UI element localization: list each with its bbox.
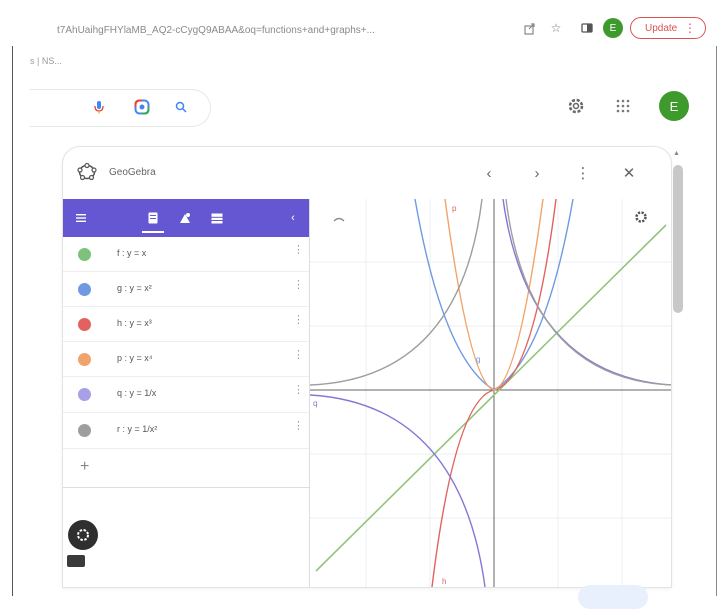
grid-lines <box>310 199 671 587</box>
expression-text[interactable]: g : y = x² <box>117 283 152 293</box>
left-frame-edge <box>0 0 13 596</box>
previous-button[interactable]: ‹ <box>478 162 500 184</box>
apps-grid-icon[interactable] <box>612 95 634 117</box>
visibility-toggle[interactable] <box>78 353 91 366</box>
list-item[interactable]: f : y = x ⋮ <box>63 237 309 272</box>
list-item[interactable]: r : y = 1/x² ⋮ <box>63 413 309 449</box>
update-button[interactable]: Update ⋮ <box>630 17 706 39</box>
main-menu-icon[interactable] <box>73 210 89 226</box>
graph-toolbar <box>333 211 647 223</box>
side-panel-icon[interactable] <box>578 19 596 37</box>
search-icon[interactable] <box>172 98 190 116</box>
expression-text[interactable]: h : y = x³ <box>117 318 152 328</box>
curve-r-right[interactable] <box>505 199 672 386</box>
collapse-panel-icon[interactable]: ‹ <box>285 210 301 226</box>
expression-text[interactable]: p : y = x⁴ <box>117 353 153 363</box>
close-button[interactable]: ✕ <box>618 162 640 184</box>
active-tab-indicator <box>142 231 164 233</box>
next-button[interactable]: › <box>526 162 548 184</box>
geogebra-logo-icon <box>77 162 97 182</box>
keyboard-fab-button[interactable] <box>68 520 98 550</box>
keyboard-icon[interactable] <box>67 555 85 567</box>
visibility-toggle[interactable] <box>78 318 91 331</box>
list-item[interactable]: p : y = x⁴ ⋮ <box>63 342 309 377</box>
share-icon[interactable] <box>520 19 538 37</box>
more-options-button[interactable]: ⋮ <box>572 162 594 184</box>
scrollbar-thumb[interactable] <box>673 165 683 313</box>
item-menu-icon[interactable]: ⋮ <box>293 383 304 396</box>
algebra-tab-icon[interactable] <box>145 210 161 226</box>
lens-search-icon[interactable] <box>133 98 151 116</box>
table-tab-icon[interactable] <box>209 210 225 226</box>
list-item[interactable]: q : y = 1/x ⋮ <box>63 377 309 413</box>
label-g: g <box>476 355 480 364</box>
item-menu-icon[interactable]: ⋮ <box>293 419 304 432</box>
tools-tab-icon[interactable] <box>177 210 193 226</box>
bookmark-star-icon[interactable]: ☆ <box>547 19 565 37</box>
curve-f[interactable] <box>315 224 667 572</box>
graphics-view[interactable]: p g q h <box>309 199 672 587</box>
url-text[interactable]: t7AhUaihgFHYlaMB_AQ2-cCygQ9ABAA&oq=funct… <box>57 25 375 36</box>
list-item[interactable]: h : y = x³ ⋮ <box>63 307 309 342</box>
label-p: p <box>452 204 457 213</box>
visibility-toggle[interactable] <box>78 248 91 261</box>
chrome-menu-icon[interactable]: ⋮ <box>684 21 696 35</box>
geogebra-title: GeoGebra <box>109 167 156 178</box>
add-plus-icon[interactable]: + <box>80 458 89 476</box>
input-row[interactable]: + <box>63 449 309 488</box>
bottom-pill-button[interactable] <box>578 585 648 609</box>
visibility-toggle[interactable] <box>78 388 91 401</box>
algebra-toolbar: ‹ <box>63 199 309 237</box>
list-item[interactable]: g : y = x² ⋮ <box>63 272 309 307</box>
right-frame-edge <box>716 0 725 596</box>
voice-search-icon[interactable] <box>90 98 108 116</box>
settings-gear-icon[interactable] <box>565 95 587 117</box>
graph-settings-icon[interactable] <box>635 211 647 223</box>
item-menu-icon[interactable]: ⋮ <box>293 278 304 291</box>
label-h: h <box>442 577 446 586</box>
tab-hint-text: s | NS... <box>30 56 62 66</box>
label-q: q <box>313 399 317 408</box>
profile-avatar[interactable]: E <box>603 18 623 38</box>
geogebra-card: GeoGebra ‹ › ⋮ ✕ ‹ f : y = x ⋮ g : y = x… <box>62 146 672 588</box>
geogebra-header: GeoGebra ‹ › ⋮ ✕ <box>63 147 671 199</box>
account-avatar[interactable]: E <box>659 91 689 121</box>
update-label: Update <box>645 22 678 34</box>
item-menu-icon[interactable]: ⋮ <box>293 348 304 361</box>
item-menu-icon[interactable]: ⋮ <box>293 243 304 256</box>
item-menu-icon[interactable]: ⋮ <box>293 313 304 326</box>
expression-text[interactable]: q : y = 1/x <box>117 388 156 398</box>
undo-icon[interactable] <box>333 217 345 222</box>
expression-text[interactable]: r : y = 1/x² <box>117 424 157 434</box>
algebra-list: f : y = x ⋮ g : y = x² ⋮ h : y = x³ ⋮ p … <box>63 237 309 488</box>
visibility-toggle[interactable] <box>78 424 91 437</box>
scroll-up-arrow-icon[interactable]: ▲ <box>673 150 680 157</box>
expression-text[interactable]: f : y = x <box>117 248 146 258</box>
visibility-toggle[interactable] <box>78 283 91 296</box>
curve-r-left[interactable] <box>310 199 483 386</box>
